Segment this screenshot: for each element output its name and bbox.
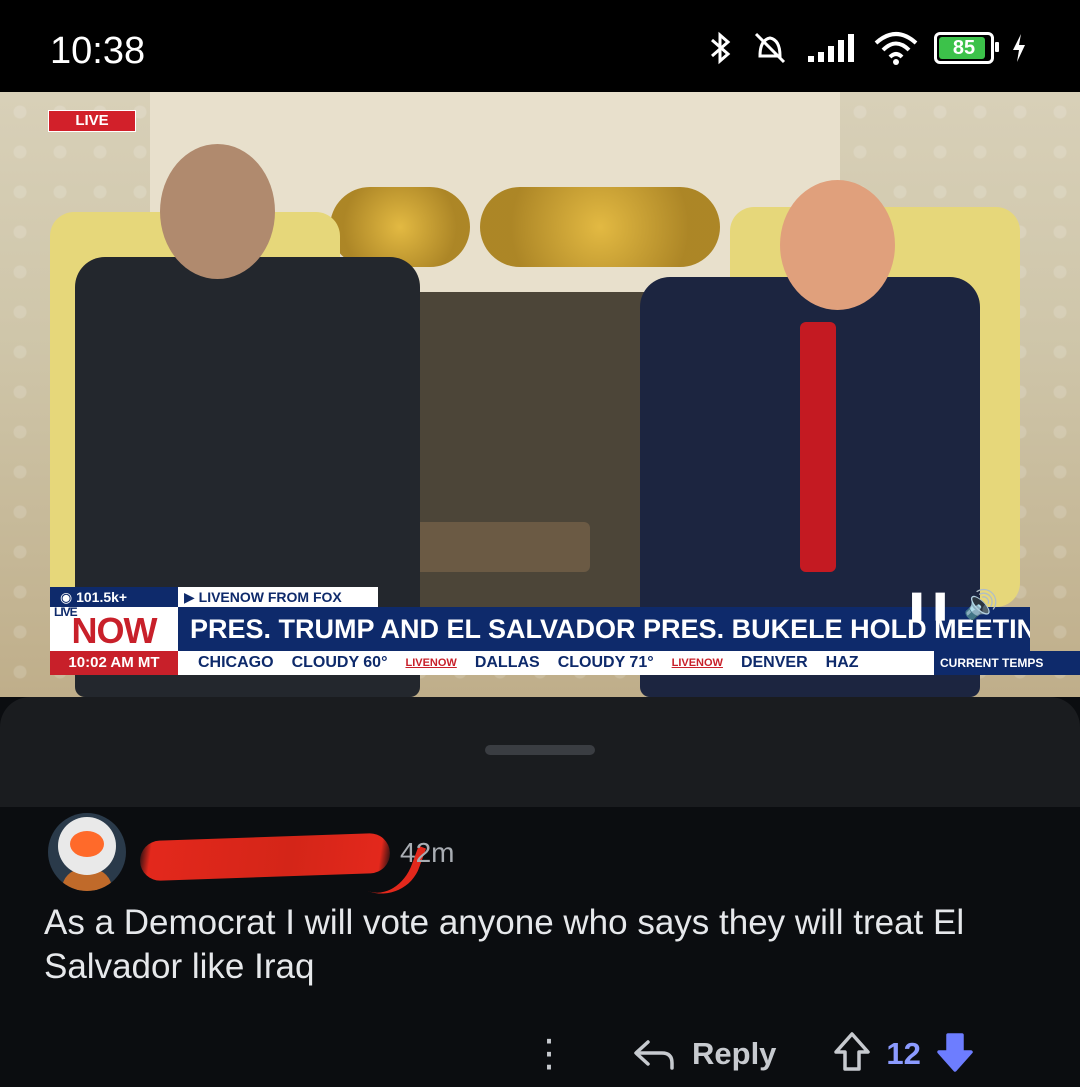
ticker-weather: CLOUDY 60° xyxy=(291,654,388,671)
comment-actions: ⋮ Reply 12 xyxy=(530,1029,975,1079)
gold-ornament-left xyxy=(330,187,470,267)
more-options-icon[interactable]: ⋮ xyxy=(530,1035,568,1073)
bluetooth-icon xyxy=(711,31,731,65)
sheet-drag-handle[interactable] xyxy=(485,745,595,755)
viewer-count: ◉ 101.5k+ xyxy=(50,587,178,607)
ticker-weather: HAZ xyxy=(825,654,859,671)
gold-ornament-right xyxy=(480,187,720,267)
fireplace-logs xyxy=(390,522,590,572)
news-lower-third: ◉ 101.5k+ ▶ LIVENOW FROM FOX LIVE NOW PR… xyxy=(0,585,1080,697)
broadcast-clock: 10:02 AM MT xyxy=(50,651,178,675)
upvote-arrow-icon xyxy=(834,1031,871,1071)
status-bar: 10:38 85 xyxy=(0,0,1080,92)
avatar[interactable] xyxy=(48,813,126,891)
charging-icon xyxy=(1013,34,1025,62)
reply-arrow-icon xyxy=(634,1040,674,1070)
volume-icon[interactable]: 🔊 xyxy=(964,588,999,621)
downvote-arrow-icon xyxy=(937,1032,973,1072)
ticker-tag: LIVENOW xyxy=(671,657,723,669)
person-left-head xyxy=(160,144,275,279)
source-label-text: LIVENOW FROM FOX xyxy=(198,589,342,605)
reply-label: Reply xyxy=(692,1036,777,1071)
avatar-visor xyxy=(70,831,104,857)
video-controls: ❚❚ 🔊 xyxy=(905,588,999,621)
reply-button[interactable]: Reply xyxy=(632,1036,776,1072)
person-right-head xyxy=(780,180,895,310)
silent-bell-icon xyxy=(754,32,786,64)
comment: 42m As a Democrat I will vote anyone who… xyxy=(0,807,1080,1087)
current-temps-label: CURRENT TEMPS xyxy=(934,651,1080,675)
live-badge: LIVE xyxy=(48,110,136,132)
status-time: 10:38 xyxy=(50,30,146,72)
vote-controls: 12 xyxy=(832,1031,974,1078)
livenow-logo-small: LIVE xyxy=(54,605,78,619)
comment-text: As a Democrat I will vote anyone who say… xyxy=(44,903,965,986)
ticker-city: DENVER xyxy=(740,654,808,671)
weather-ticker: CHICAGO CLOUDY 60° LIVENOW DALLAS CLOUDY… xyxy=(178,651,934,675)
viewer-count-value: 101.5k+ xyxy=(76,589,128,605)
comment-age: 42m xyxy=(400,837,455,868)
ticker-weather: CLOUDY 71° xyxy=(557,654,654,671)
ticker-tag: LIVENOW xyxy=(405,657,457,669)
pause-icon[interactable]: ❚❚ xyxy=(905,588,952,621)
livenow-logo: LIVE NOW xyxy=(50,605,178,651)
news-headline: PRES. TRUMP AND EL SALVADOR PRES. BUKELE… xyxy=(178,607,1030,651)
signal-icon xyxy=(808,34,854,62)
source-label: ▶ LIVENOW FROM FOX xyxy=(178,587,378,607)
battery-percent: 85 xyxy=(952,36,976,59)
red-tie xyxy=(800,322,836,572)
bottom-sheet[interactable] xyxy=(0,697,1080,807)
vote-count: 12 xyxy=(886,1036,921,1071)
livenow-logo-big: NOW xyxy=(71,610,158,651)
status-icons: 85 xyxy=(708,30,1028,66)
video-player[interactable]: LIVE ◉ 101.5k+ ▶ LIVENOW FROM FOX LIVE N… xyxy=(0,92,1080,697)
upvote-button[interactable] xyxy=(832,1031,872,1078)
downvote-button[interactable] xyxy=(935,1031,975,1078)
ticker-city: CHICAGO xyxy=(198,654,274,671)
ticker-city: DALLAS xyxy=(474,654,540,671)
battery-icon: 85 xyxy=(934,32,999,64)
wifi-icon xyxy=(874,32,918,65)
